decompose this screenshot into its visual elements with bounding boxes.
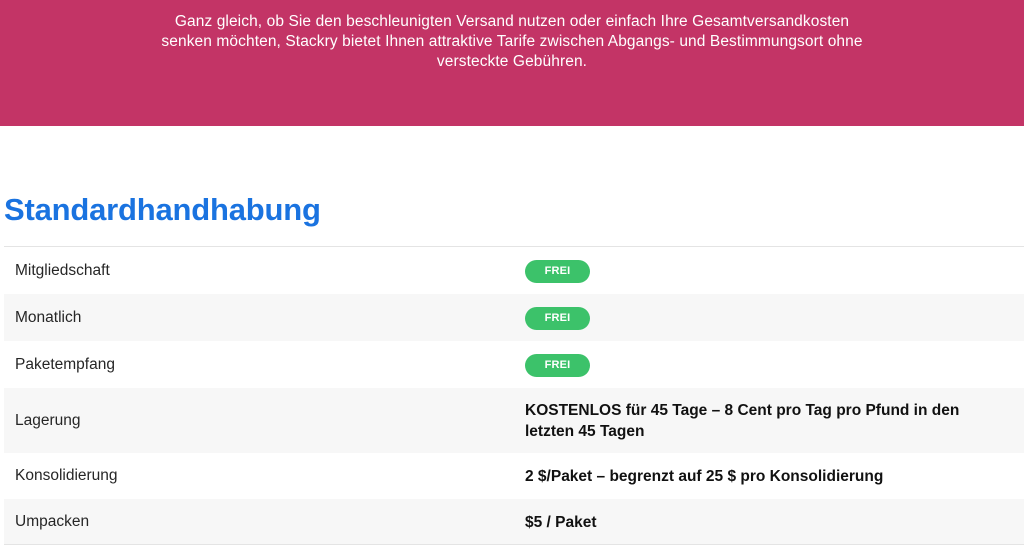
table-row: Konsolidierung 2 $/Paket – begrenzt auf …: [4, 453, 1024, 499]
row-label: Mitgliedschaft: [15, 261, 110, 279]
free-badge: FREI: [525, 306, 590, 330]
top-banner: Ganz gleich, ob Sie den beschleunigten V…: [0, 0, 1024, 126]
row-label: Paketempfang: [15, 355, 115, 373]
row-value: KOSTENLOS für 45 Tage – 8 Cent pro Tag p…: [525, 401, 960, 440]
row-value: FREI: [514, 259, 1024, 283]
table-row: Mitgliedschaft FREI: [4, 247, 1024, 294]
table-row: Monatlich FREI: [4, 294, 1024, 341]
row-value: FREI: [514, 306, 1024, 330]
table-row: Umpacken $5 / Paket: [4, 499, 1024, 545]
banner-text: Ganz gleich, ob Sie den beschleunigten V…: [161, 13, 863, 70]
row-label: Umpacken: [15, 513, 90, 530]
free-badge: FREI: [525, 259, 590, 283]
table-bottom-divider: [4, 544, 1024, 545]
row-label: Konsolidierung: [15, 467, 118, 484]
row-label: Monatlich: [15, 308, 82, 326]
table-row: Lagerung KOSTENLOS für 45 Tage – 8 Cent …: [4, 388, 1024, 453]
row-label: Lagerung: [15, 411, 81, 429]
row-value: FREI: [514, 353, 1024, 377]
table-row: Paketempfang FREI: [4, 341, 1024, 388]
section-title: Standardhandhabung: [4, 192, 321, 227]
free-badge: FREI: [525, 353, 590, 377]
row-value: 2 $/Paket – begrenzt auf 25 $ pro Konsol…: [525, 467, 884, 485]
row-value: $5 / Paket: [525, 513, 597, 531]
pricing-table: Mitgliedschaft FREI Monatlich FREI Paket…: [4, 246, 1024, 545]
